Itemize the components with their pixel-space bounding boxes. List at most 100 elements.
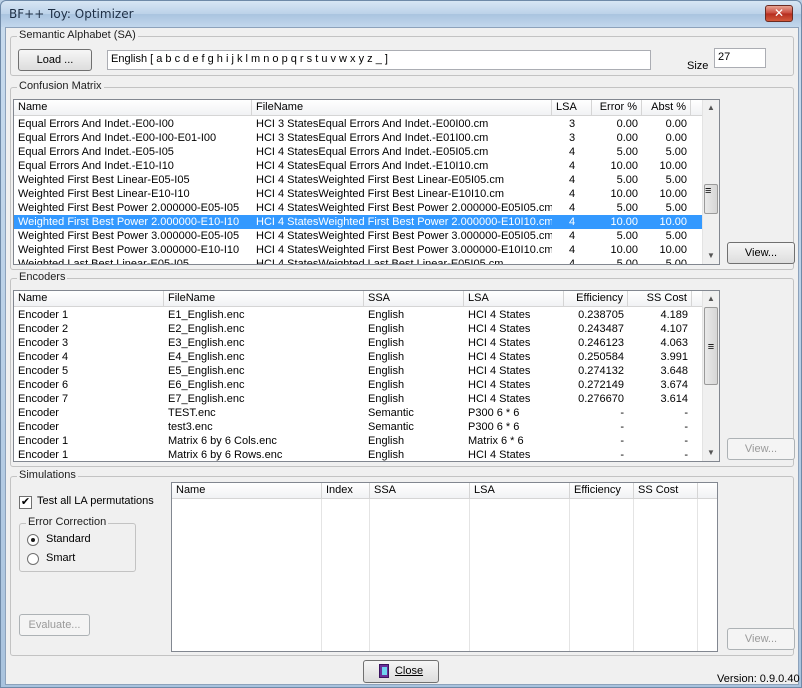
column-header[interactable]: Efficiency (564, 291, 628, 307)
table-row[interactable]: Equal Errors And Indet.-E00-I00 HCI 3 Sta… (14, 117, 704, 131)
table-cell: 4 (568, 160, 576, 172)
table-cell: Encoder (18, 407, 59, 419)
table-cell: Weighted First Best Power 2.000000-E10-I… (18, 216, 240, 228)
table-row[interactable]: Weighted First Best Linear-E05-I05 HCI 4 … (14, 173, 704, 187)
table-cell: English (368, 309, 405, 321)
column-header[interactable]: LSA (464, 291, 564, 307)
simulations-list[interactable]: Name Index SSA LSA Efficiency SS Cost (171, 482, 718, 652)
scroll-down-icon[interactable]: ▼ (703, 248, 719, 264)
test-all-checkbox[interactable]: ✔ (19, 496, 32, 509)
column-header[interactable]: LSA (470, 483, 570, 499)
table-row[interactable]: Weighted First Best Power 2.000000-E05-I… (14, 201, 704, 215)
table-row[interactable]: Encoder test3.enc Semantic P300 6 * 6 - - (14, 420, 704, 434)
standard-radio[interactable] (27, 534, 39, 546)
window-title: BF++ Toy: Optimizer (9, 7, 134, 21)
table-cell: TEST.enc (168, 407, 216, 419)
table-row[interactable]: Encoder 6 E6_English.enc English HCI 4 Stat… (14, 378, 704, 392)
load-button[interactable]: Load ... (18, 49, 92, 71)
table-cell: HCI 4 States (468, 379, 531, 391)
table-cell: 5.00 (665, 174, 687, 186)
table-cell: Encoder 2 (18, 323, 69, 335)
table-cell: 0.00 (665, 118, 687, 130)
confusion-matrix-list[interactable]: Name FileName LSA Error % Abst % Equal Error… (13, 99, 720, 265)
alphabet-field[interactable]: English [ a b c d e f g h i j k l m n o … (107, 50, 651, 70)
table-cell: 0.00 (665, 132, 687, 144)
size-field[interactable]: 27 (714, 48, 766, 68)
column-header[interactable]: Name (172, 483, 322, 499)
scroll-up-icon[interactable]: ▲ (703, 100, 719, 116)
table-cell: - (620, 421, 624, 433)
table-row[interactable]: Weighted First Best Linear-E10-I10 HCI 4 … (14, 187, 704, 201)
column-header[interactable]: Efficiency (570, 483, 634, 499)
table-row[interactable]: Equal Errors And Indet.-E00-I00-E01-I00 H… (14, 131, 704, 145)
column-header[interactable]: Abst % (642, 100, 691, 116)
confusion-view-button[interactable]: View... (727, 242, 795, 264)
table-cell: 4 (568, 258, 576, 265)
title-bar[interactable]: BF++ Toy: Optimizer ✕ (1, 1, 801, 27)
encoders-list[interactable]: Name FileName SSA LSA Efficiency SS Cost Enco… (13, 290, 720, 462)
table-cell: Weighted First Best Power 3.000000-E10-I… (18, 244, 240, 256)
table-cell: Weighted First Best Power 2.000000-E05-I… (18, 202, 240, 214)
table-cell: E7_English.enc (168, 393, 245, 405)
table-row[interactable]: Encoder 1 Matrix 6 by 6 Cols.enc English Ma… (14, 434, 704, 448)
column-header[interactable]: SS Cost (628, 291, 692, 307)
table-cell: Encoder 1 (18, 309, 69, 321)
table-row[interactable]: Weighted Last Best Linear-E05-I05 HCI 4 S… (14, 257, 704, 265)
table-cell: 5.00 (665, 202, 687, 214)
column-header[interactable]: SSA (370, 483, 470, 499)
standard-label[interactable]: Standard (46, 533, 91, 545)
test-all-label[interactable]: Test all LA permutations (37, 495, 154, 507)
table-cell: HCI 4 States (468, 365, 531, 377)
scroll-thumb[interactable]: ≡ (704, 184, 718, 214)
evaluate-button[interactable]: Evaluate... (19, 614, 90, 636)
table-cell: HCI 4 StatesEqual Errors And Indet.-E05I… (256, 146, 489, 158)
encoders-view-button[interactable]: View... (727, 438, 795, 460)
column-header[interactable]: Error % (592, 100, 642, 116)
scroll-down-icon[interactable]: ▼ (703, 445, 719, 461)
smart-radio[interactable] (27, 553, 39, 565)
table-row[interactable]: Encoder 4 E4_English.enc English HCI 4 Stat… (14, 350, 704, 364)
scroll-thumb[interactable]: ≡ (704, 307, 718, 385)
scroll-up-icon[interactable]: ▲ (703, 291, 719, 307)
table-cell: Weighted Last Best Linear-E05-I05 (18, 258, 190, 265)
column-header[interactable]: SS Cost (634, 483, 698, 499)
table-cell: Equal Errors And Indet.-E00-I00-E01-I00 (18, 132, 217, 144)
close-button[interactable]: Close (363, 660, 439, 683)
table-row[interactable]: Equal Errors And Indet.-E10-I10 HCI 4 Sta… (14, 159, 704, 173)
table-row[interactable]: Weighted First Best Power 2.000000-E10-I… (14, 215, 704, 229)
table-cell: HCI 4 StatesWeighted Last Best Linear-E0… (256, 258, 504, 265)
column-header[interactable]: FileName (252, 100, 552, 116)
table-cell: HCI 4 States (468, 309, 531, 321)
window-close-icon[interactable]: ✕ (765, 5, 793, 22)
table-row[interactable]: Encoder 5 E5_English.enc English HCI 4 Stat… (14, 364, 704, 378)
table-cell: Semantic (368, 407, 414, 419)
table-row[interactable]: Encoder 1 Matrix 6 by 6 Rows.enc English HC… (14, 448, 704, 461)
simulations-view-button[interactable]: View... (727, 628, 795, 650)
column-header[interactable]: Name (14, 291, 164, 307)
table-row[interactable]: Weighted First Best Power 3.000000-E05-I… (14, 229, 704, 243)
column-header[interactable]: FileName (164, 291, 364, 307)
table-cell: E6_English.enc (168, 379, 245, 391)
encoders-scrollbar[interactable]: ▲ ≡ ▼ (702, 291, 719, 461)
table-row[interactable]: Weighted First Best Power 3.000000-E10-I… (14, 243, 704, 257)
column-header[interactable]: Index (322, 483, 370, 499)
table-cell: 5.00 (665, 146, 687, 158)
table-row[interactable]: Encoder 2 E2_English.enc English HCI 4 Stat… (14, 322, 704, 336)
confusion-matrix-scrollbar[interactable]: ▲ ≡ ▼ (702, 100, 719, 264)
confusion-matrix-legend: Confusion Matrix (17, 80, 104, 92)
smart-label[interactable]: Smart (46, 552, 75, 564)
table-cell: 0.246123 (578, 337, 624, 349)
table-cell: HCI 4 States (468, 393, 531, 405)
table-cell: 10.00 (610, 188, 638, 200)
table-row[interactable]: Encoder 1 E1_English.enc English HCI 4 Stat… (14, 308, 704, 322)
table-row[interactable]: Equal Errors And Indet.-E05-I05 HCI 4 Sta… (14, 145, 704, 159)
table-cell: - (684, 449, 688, 461)
table-cell: E4_English.enc (168, 351, 245, 363)
column-header[interactable]: LSA (552, 100, 592, 116)
table-row[interactable]: Encoder TEST.enc Semantic P300 6 * 6 - - (14, 406, 704, 420)
table-row[interactable]: Encoder 7 E7_English.enc English HCI 4 Stat… (14, 392, 704, 406)
table-row[interactable]: Encoder 3 E3_English.enc English HCI 4 Stat… (14, 336, 704, 350)
column-header[interactable]: Name (14, 100, 252, 116)
table-cell: - (684, 435, 688, 447)
column-header[interactable]: SSA (364, 291, 464, 307)
